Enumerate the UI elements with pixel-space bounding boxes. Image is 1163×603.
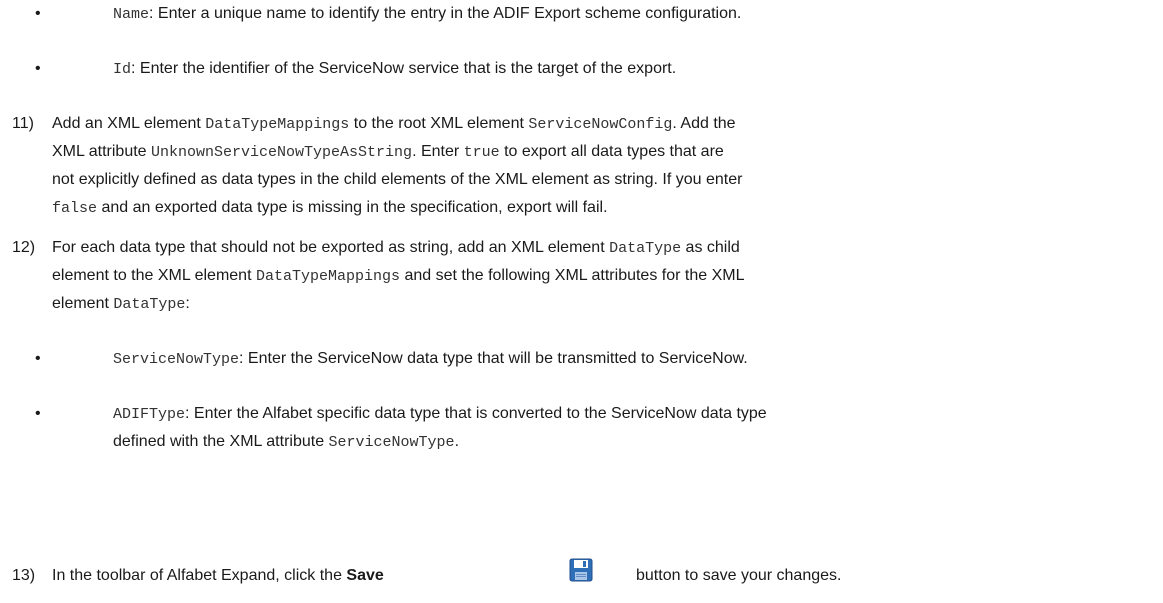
bullet-marker: • (35, 405, 41, 422)
bullet-marker: • (35, 5, 41, 22)
text: : Enter the Alfabet specific data type t… (185, 405, 767, 422)
text: . Enter (412, 143, 464, 160)
text: For each data type that should not be ex… (52, 239, 610, 256)
document-page: • Name: Enter a unique name to identify … (0, 0, 1163, 603)
code-false: false (52, 200, 98, 217)
text: button to save your changes. (636, 567, 842, 584)
code-datatype: DataType (609, 240, 682, 257)
code-datatypemappings: DataTypeMappings (255, 268, 400, 285)
text: XML attribute (52, 143, 152, 160)
step-11-line-2: XML attribute UnknownServiceNowTypeAsStr… (52, 142, 724, 163)
step-12-line-2: element to the XML element DataTypeMappi… (52, 266, 744, 287)
text: In the toolbar of Alfabet Expand, click … (52, 567, 347, 584)
text: : (185, 295, 190, 312)
code-servicenowtype: ServiceNowType (113, 351, 240, 368)
step-11-line-3: not explicitly defined as data types in … (52, 170, 742, 190)
step-13-line-tail: button to save your changes. (636, 566, 841, 586)
step-12-line-3: element DataType: (52, 294, 190, 315)
text: as child (681, 239, 740, 256)
text: element (52, 295, 114, 312)
code-servicenowconfig: ServiceNowConfig (528, 116, 673, 133)
step-12-line-1: For each data type that should not be ex… (52, 238, 740, 259)
text: . (454, 433, 460, 450)
step-11-line-4: false and an exported data type is missi… (52, 198, 608, 219)
text: not explicitly defined as data types in … (52, 171, 743, 188)
step-11-number: 11) (12, 115, 34, 132)
bullet-servicenowtype: ServiceNowType: Enter the ServiceNow dat… (113, 349, 748, 370)
floppy-disk-save-icon (569, 558, 593, 582)
bullet-marker: • (35, 60, 41, 77)
step-13-number: 13) (12, 567, 36, 584)
text: Add an XML element (52, 115, 206, 132)
code-name: Name (113, 6, 150, 23)
text: . Add the (672, 115, 736, 132)
text: and an exported data type is missing in … (97, 199, 608, 216)
code-unknownservicenowtype: UnknownServiceNowTypeAsString (151, 144, 413, 161)
step-11-line-1: Add an XML element DataTypeMappings to t… (52, 114, 736, 135)
bullet-marker: • (35, 350, 41, 367)
text: : Enter the ServiceNow data type that wi… (239, 350, 748, 367)
text: to export all data types that are (499, 143, 724, 160)
step-12-number: 12) (12, 239, 36, 256)
text: to the root XML element (349, 115, 529, 132)
bullet-adiftype-line-2: defined with the XML attribute ServiceNo… (113, 432, 459, 453)
bullet-adiftype-line-1: ADIFType: Enter the Alfabet specific dat… (113, 404, 767, 425)
text: and set the following XML attributes for… (400, 267, 745, 284)
code-datatypemappings: DataTypeMappings (205, 116, 350, 133)
code-datatype: DataType (113, 296, 186, 313)
code-servicenowtype: ServiceNowType (328, 434, 455, 451)
code-true: true (463, 144, 500, 161)
step-13-line-1: In the toolbar of Alfabet Expand, click … (52, 566, 384, 586)
code-adiftype: ADIFType (113, 406, 186, 423)
bullet-name-text: : Enter a unique name to identify the en… (149, 5, 742, 22)
save-label-bold: Save (346, 567, 384, 584)
text: element to the XML element (52, 267, 256, 284)
text: defined with the XML attribute (113, 433, 329, 450)
bullet-name: Name: Enter a unique name to identify th… (113, 4, 741, 25)
code-id: Id (113, 61, 132, 78)
bullet-id: Id: Enter the identifier of the ServiceN… (113, 59, 676, 80)
bullet-id-text: : Enter the identifier of the ServiceNow… (131, 60, 677, 77)
